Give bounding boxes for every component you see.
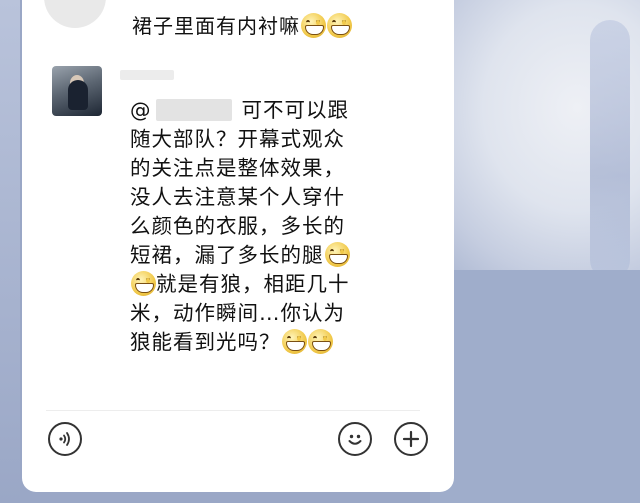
message-line-text: 可不可以跟 — [241, 98, 349, 122]
message-line: 的关注点是整体效果， — [130, 154, 420, 183]
emoji-icon — [348, 434, 362, 445]
emoji-button[interactable] — [338, 422, 372, 456]
message-line-text: 的关注点是整体效果， — [130, 156, 345, 180]
avatar[interactable] — [52, 66, 102, 116]
message-line-text: 就是有狼，相距几十 — [156, 272, 350, 296]
input-bar-divider — [46, 410, 420, 411]
message-line: 就是有狼，相距几十 — [130, 270, 420, 299]
grin-emoji-icon — [324, 242, 350, 267]
message-line-text: 短裙，漏了多长的腿 — [130, 243, 324, 267]
sender-name-redacted — [120, 70, 174, 80]
message-line: 短裙，漏了多长的腿 — [130, 241, 420, 270]
message-line: @ 可不可以跟 — [130, 96, 420, 125]
voice-icon — [59, 432, 70, 446]
background-left — [0, 0, 20, 503]
message-line-text: 米，动作瞬间…你认为 — [130, 301, 345, 325]
message-line-text: 随大部队？开幕式观众 — [130, 127, 345, 151]
message-line-text: 没人去注意某个人穿什 — [130, 185, 345, 209]
message-line-text: 么颜色的衣服，多长的 — [130, 214, 345, 238]
message-line: 狼能看到光吗？ — [130, 328, 420, 357]
message-line: 么颜色的衣服，多长的 — [130, 212, 420, 241]
message-line: 随大部队？开幕式观众 — [130, 125, 420, 154]
message-text-content: 裙子里面有内衬嘛 — [132, 14, 300, 38]
more-button[interactable] — [394, 422, 428, 456]
grin-emoji-icon — [131, 271, 156, 296]
background-bottom — [430, 270, 640, 503]
grin-emoji-icon — [327, 13, 352, 38]
mention-symbol: @ — [130, 98, 152, 122]
voice-button[interactable] — [48, 422, 82, 456]
message-line: 没人去注意某个人穿什 — [130, 183, 420, 212]
background-blur-shape — [590, 20, 630, 280]
grin-emoji-icon — [281, 329, 307, 354]
message-line-text: 狼能看到光吗？ — [130, 330, 281, 354]
avatar-figure — [68, 80, 88, 110]
grin-emoji-icon — [307, 329, 333, 354]
message-bubble: @ 可不可以跟 随大部队？开幕式观众 的关注点是整体效果， 没人去注意某个人穿什 … — [130, 96, 420, 357]
mention-name-redacted — [155, 99, 232, 121]
message-line: 米，动作瞬间…你认为 — [130, 299, 420, 328]
message-text: 裙子里面有内衬嘛 — [132, 10, 352, 39]
plus-icon — [402, 430, 420, 448]
grin-emoji-icon — [301, 13, 326, 38]
